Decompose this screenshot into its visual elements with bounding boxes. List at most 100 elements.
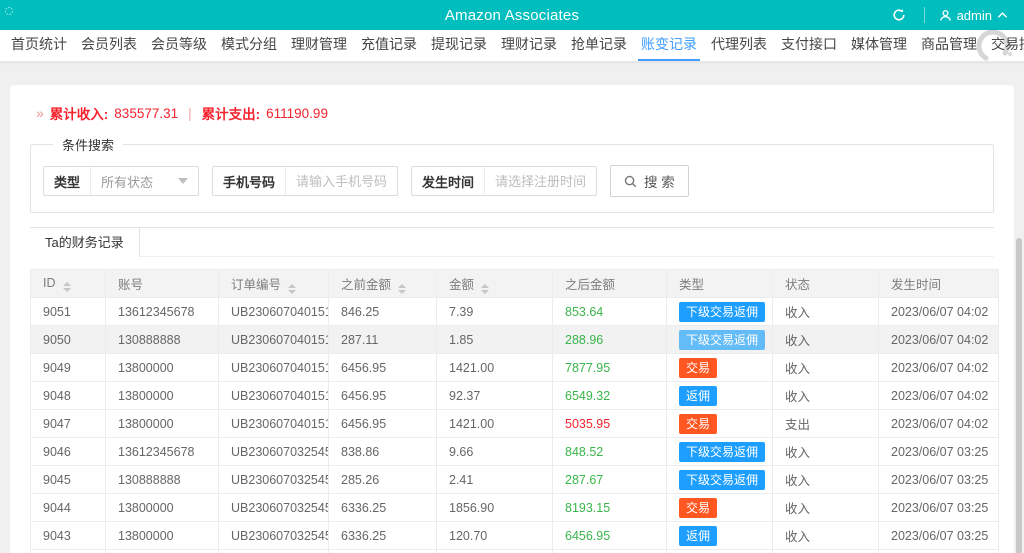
cell-amount: 9.66 xyxy=(436,437,553,466)
cell-order: UB2306070325454514 xyxy=(218,437,329,466)
search-panel-legend: 条件搜索 xyxy=(62,138,115,153)
table-row-9043: 904313800000UB23060703254545146336.25120… xyxy=(30,521,999,550)
nav-item-10[interactable]: 代理列表 xyxy=(708,30,770,61)
table-row-9042: 904213800000UB23060703254545146336.25185… xyxy=(30,549,999,553)
cell-status: 收入 xyxy=(772,437,879,466)
phone-filter-group: 手机号码 xyxy=(212,166,399,196)
column-label: 金额 xyxy=(449,277,475,292)
table-row-9051: 905113612345678UB2306070401512976846.257… xyxy=(30,297,999,326)
cell-after: 6456.95 xyxy=(552,521,667,550)
cell-amount: 1421.00 xyxy=(436,409,553,438)
cell-status: 收入 xyxy=(772,521,879,550)
cell-time: 2023/06/07 03:25 xyxy=(878,549,999,553)
chevron-down-icon xyxy=(178,178,189,184)
cell-time: 2023/06/07 04:02 xyxy=(878,353,999,382)
records-table-wrap: ID 账号 订单编号 之前金额 金额 之后金额 类型 状态 发生时间 9051 136123456… xyxy=(30,269,999,553)
nav-item-0[interactable]: 首页统计 xyxy=(8,30,70,61)
cell-order: UB2306070401512976 xyxy=(218,325,329,354)
total-income-value: 835577.31 xyxy=(114,105,179,121)
cell-time: 2023/06/07 03:25 xyxy=(878,465,999,494)
cell-id: 9046 xyxy=(30,437,106,466)
total-income-label: 累计收入: xyxy=(49,107,109,122)
column-label: 之后金额 xyxy=(565,278,616,292)
cell-type: 下级交易返佣 xyxy=(666,325,773,354)
nav-item-14[interactable]: 交易控制 xyxy=(988,30,1024,61)
search-button[interactable]: 搜 索 xyxy=(610,165,689,197)
cell-time: 2023/06/07 04:02 xyxy=(878,297,999,326)
sort-icon[interactable] xyxy=(481,283,490,294)
column-header-4[interactable]: 金额 xyxy=(436,269,553,298)
nav-item-2[interactable]: 会员等级 xyxy=(148,30,210,61)
refresh-icon[interactable] xyxy=(874,0,924,30)
column-label: ID xyxy=(43,275,56,290)
cell-status: 收入 xyxy=(772,465,879,494)
type-badge: 下级交易返佣 xyxy=(679,301,766,322)
nav-item-7[interactable]: 理财记录 xyxy=(498,30,560,61)
column-header-2[interactable]: 订单编号 xyxy=(218,269,329,298)
navbar: 首页统计 会员列表 会员等级 模式分组 理财管理 充值记录 提现记录 理财记录 抢单记录 账变记录… xyxy=(0,30,1024,62)
cell-after: 5035.95 xyxy=(552,409,667,438)
cell-account: 13612345678 xyxy=(105,297,219,326)
column-header-0[interactable]: ID xyxy=(30,269,106,298)
cell-status: 收入 xyxy=(772,353,879,382)
column-label: 状态 xyxy=(785,278,811,292)
chevron-up-icon xyxy=(997,12,1008,18)
nav-item-9[interactable]: 账变记录 xyxy=(638,30,700,61)
nav-item-4[interactable]: 理财管理 xyxy=(288,30,350,61)
nav-item-13[interactable]: 商品管理 xyxy=(918,30,980,61)
sort-icon[interactable] xyxy=(398,283,407,294)
after-amount: 848.52 xyxy=(565,444,604,459)
scrollbar-thumb[interactable] xyxy=(1016,238,1022,553)
cell-type: 返佣 xyxy=(666,521,773,550)
cell-before: 6336.25 xyxy=(328,549,437,553)
nav-item-3[interactable]: 模式分组 xyxy=(218,30,280,61)
search-button-label: 搜 索 xyxy=(644,175,675,190)
cell-amount: 1421.00 xyxy=(436,353,553,382)
cell-id: 9043 xyxy=(30,521,106,550)
nav-item-5[interactable]: 充值记录 xyxy=(358,30,420,61)
table-row-9049: 904913800000UB23060704015129766456.95142… xyxy=(30,353,999,382)
cell-before: 6456.95 xyxy=(328,409,437,438)
type-badge: 交易 xyxy=(679,413,718,434)
cell-before: 285.26 xyxy=(328,465,437,494)
cell-id: 9047 xyxy=(30,409,106,438)
cell-status: 支出 xyxy=(772,549,879,553)
nav-item-1[interactable]: 会员列表 xyxy=(78,30,140,61)
cell-amount: 92.37 xyxy=(436,381,553,410)
nav-item-6[interactable]: 提现记录 xyxy=(428,30,490,61)
totals-bar: » 累计收入: 835577.31 | 累计支出: 611190.99 xyxy=(30,85,994,135)
user-menu[interactable]: admin xyxy=(925,0,1012,30)
time-filter-group: 发生时间 xyxy=(411,166,598,196)
nav-item-8[interactable]: 抢单记录 xyxy=(568,30,630,61)
type-badge: 下级交易返佣 xyxy=(679,329,766,350)
after-amount: 7877.95 xyxy=(565,360,611,375)
content-card: » 累计收入: 835577.31 | 累计支出: 611190.99 条件搜索… xyxy=(10,85,1014,553)
type-filter-select[interactable]: 所有状态 xyxy=(90,167,198,195)
column-header-1: 账号 xyxy=(105,269,219,298)
cell-id: 9045 xyxy=(30,465,106,494)
cell-id: 9048 xyxy=(30,381,106,410)
time-input[interactable] xyxy=(484,167,597,195)
cell-before: 838.86 xyxy=(328,437,437,466)
cell-type: 交易 xyxy=(666,409,773,438)
type-badge: 交易 xyxy=(679,497,718,518)
cell-order: UB2306070325454514 xyxy=(218,493,329,522)
nav-item-11[interactable]: 支付接口 xyxy=(778,30,840,61)
phone-input[interactable] xyxy=(285,167,398,195)
sort-icon[interactable] xyxy=(62,281,71,292)
tab-strip: Ta的财务记录 xyxy=(30,227,994,257)
cell-after: 7877.95 xyxy=(552,353,667,382)
cell-order: UB2306070325454514 xyxy=(218,549,329,553)
cell-type: 交易 xyxy=(666,493,773,522)
type-filter-label: 类型 xyxy=(54,174,81,190)
cell-order: UB2306070401512976 xyxy=(218,381,329,410)
column-header-3[interactable]: 之前金额 xyxy=(328,269,437,298)
cell-after: 8193.15 xyxy=(552,493,667,522)
nav-item-12[interactable]: 媒体管理 xyxy=(848,30,910,61)
sort-icon[interactable] xyxy=(288,283,297,294)
cell-before: 6336.25 xyxy=(328,493,437,522)
double-chevron-icon: » xyxy=(36,105,44,121)
table-row-9045: 9045130888888UB2306070325454514285.262.4… xyxy=(30,465,999,494)
tab-financial-records[interactable]: Ta的财务记录 xyxy=(30,228,140,257)
column-header-8: 发生时间 xyxy=(878,269,999,298)
